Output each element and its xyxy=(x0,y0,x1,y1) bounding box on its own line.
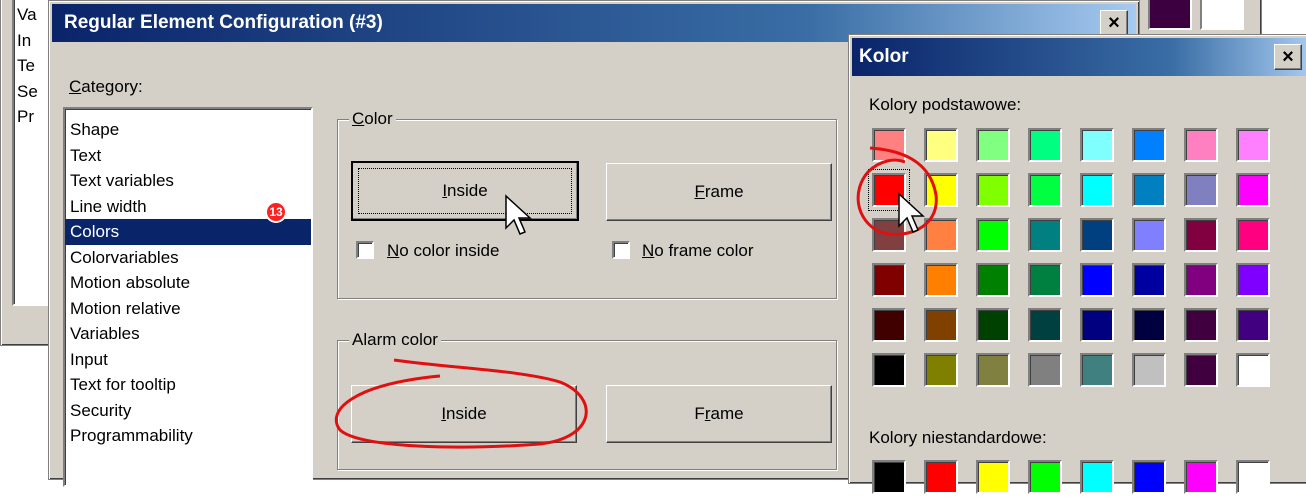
basic-color-swatch[interactable] xyxy=(1132,308,1166,342)
basic-color-swatch[interactable] xyxy=(1184,263,1218,297)
basic-color-swatch[interactable] xyxy=(1080,353,1114,387)
custom-colors-grid xyxy=(872,460,1292,500)
custom-color-swatch[interactable] xyxy=(1080,460,1114,494)
no-frame-color-label[interactable]: No frame color xyxy=(642,241,753,261)
kolor-dialog-titlebar: Kolor × xyxy=(852,38,1306,76)
top-swatch-white[interactable] xyxy=(1200,0,1244,30)
basic-color-swatch[interactable] xyxy=(1080,173,1114,207)
custom-color-swatch[interactable] xyxy=(1028,460,1062,494)
basic-color-swatch[interactable] xyxy=(1236,263,1270,297)
basic-color-swatch[interactable] xyxy=(976,173,1010,207)
basic-color-swatch[interactable] xyxy=(924,173,958,207)
basic-color-swatch[interactable] xyxy=(1132,263,1166,297)
basic-color-swatch[interactable] xyxy=(1028,308,1062,342)
basic-color-swatch[interactable] xyxy=(1236,218,1270,252)
basic-color-swatch[interactable] xyxy=(924,353,958,387)
no-color-inside-label[interactable]: No color inside xyxy=(387,241,499,261)
no-frame-color-checkbox[interactable] xyxy=(612,241,630,259)
custom-colors-text: Kolory niestandardowe: xyxy=(869,428,1047,447)
basic-color-swatch[interactable] xyxy=(1236,128,1270,162)
color-inside-button[interactable]: Inside xyxy=(351,161,579,221)
step-badge-text: 13 xyxy=(269,205,283,219)
alarm-frame-button[interactable]: Frame xyxy=(606,385,832,443)
basic-colors-grid xyxy=(868,128,1292,428)
basic-color-swatch[interactable] xyxy=(1236,353,1270,387)
basic-color-swatch[interactable] xyxy=(1236,308,1270,342)
category-item[interactable]: Text xyxy=(65,143,311,169)
basic-color-swatch[interactable] xyxy=(1184,218,1218,252)
category-label: Category: xyxy=(69,77,143,96)
basic-color-swatch[interactable] xyxy=(872,263,906,297)
basic-color-swatch[interactable] xyxy=(976,263,1010,297)
color-frame-button[interactable]: Frame xyxy=(606,163,832,221)
basic-color-swatch[interactable] xyxy=(1184,173,1218,207)
custom-colors-label: Kolory niestandardowe: xyxy=(869,428,1047,448)
basic-color-swatch[interactable] xyxy=(924,128,958,162)
category-item[interactable]: Colorvariables xyxy=(65,245,311,271)
basic-color-swatch[interactable] xyxy=(872,218,906,252)
no-color-inside-checkbox[interactable] xyxy=(356,241,374,259)
basic-color-swatch[interactable] xyxy=(1184,308,1218,342)
basic-color-swatch[interactable] xyxy=(1236,173,1270,207)
basic-colors-label: Kolory podstawowe: xyxy=(869,95,1021,115)
custom-color-swatch[interactable] xyxy=(1184,460,1218,494)
category-item[interactable]: Text variables xyxy=(65,168,311,194)
basic-color-swatch[interactable] xyxy=(1080,308,1114,342)
category-list[interactable]: Shape Text Text variables Line width Colors C… xyxy=(63,107,313,487)
custom-color-swatch[interactable] xyxy=(1132,460,1166,494)
basic-color-swatch[interactable] xyxy=(924,308,958,342)
kolor-dialog: Kolor × Kolory podstawowe: Kolory niesta… xyxy=(848,34,1306,494)
basic-color-swatch[interactable] xyxy=(1080,263,1114,297)
basic-color-swatch[interactable] xyxy=(872,308,906,342)
category-item[interactable]: Text for tooltip xyxy=(65,372,311,398)
basic-color-swatch[interactable] xyxy=(1028,218,1062,252)
basic-color-swatch[interactable] xyxy=(1132,173,1166,207)
close-icon: × xyxy=(1282,46,1294,68)
config-dialog-title: Regular Element Configuration (#3) xyxy=(64,12,383,33)
config-close-button[interactable]: × xyxy=(1100,10,1128,36)
basic-color-swatch[interactable] xyxy=(1132,218,1166,252)
category-item[interactable]: Motion absolute xyxy=(65,270,311,296)
custom-color-swatch[interactable] xyxy=(1236,460,1270,494)
basic-color-swatch[interactable] xyxy=(1080,218,1114,252)
basic-colors-text: Kolory podstawowe: xyxy=(869,95,1022,114)
basic-color-swatch[interactable] xyxy=(872,128,906,162)
basic-color-swatch[interactable] xyxy=(976,128,1010,162)
alarm-inside-button[interactable]: Inside xyxy=(351,385,577,443)
category-item[interactable]: Shape xyxy=(65,117,311,143)
category-item[interactable]: Security xyxy=(65,398,311,424)
basic-color-swatch[interactable] xyxy=(1132,128,1166,162)
custom-color-swatch[interactable] xyxy=(872,460,906,494)
basic-color-swatch[interactable] xyxy=(872,353,906,387)
basic-color-swatch[interactable] xyxy=(1028,173,1062,207)
color-group-title: Color xyxy=(349,109,396,129)
basic-color-swatch[interactable] xyxy=(976,353,1010,387)
category-item[interactable]: Programmability xyxy=(65,423,311,449)
basic-color-swatch[interactable] xyxy=(868,169,910,211)
basic-color-swatch[interactable] xyxy=(1184,353,1218,387)
basic-color-swatch[interactable] xyxy=(976,218,1010,252)
basic-color-swatch[interactable] xyxy=(1132,353,1166,387)
kolor-dialog-title: Kolor xyxy=(859,46,909,67)
basic-color-swatch[interactable] xyxy=(976,308,1010,342)
custom-color-swatch[interactable] xyxy=(924,460,958,494)
alarm-group-title: Alarm color xyxy=(349,330,441,350)
custom-color-swatch[interactable] xyxy=(976,460,1010,494)
basic-color-swatch[interactable] xyxy=(924,263,958,297)
category-item[interactable]: Motion relative xyxy=(65,296,311,322)
basic-color-swatch[interactable] xyxy=(1080,128,1114,162)
basic-color-swatch[interactable] xyxy=(924,218,958,252)
basic-color-swatch[interactable] xyxy=(1028,353,1062,387)
close-icon: × xyxy=(1108,12,1120,34)
step-badge: 13 xyxy=(265,201,287,223)
category-item[interactable]: Variables xyxy=(65,321,311,347)
basic-color-swatch[interactable] xyxy=(1028,128,1062,162)
category-item[interactable]: Input xyxy=(65,347,311,373)
kolor-close-button[interactable]: × xyxy=(1274,44,1302,70)
basic-color-swatch[interactable] xyxy=(1184,128,1218,162)
basic-color-swatch[interactable] xyxy=(1028,263,1062,297)
top-swatch-dark[interactable] xyxy=(1148,0,1192,30)
